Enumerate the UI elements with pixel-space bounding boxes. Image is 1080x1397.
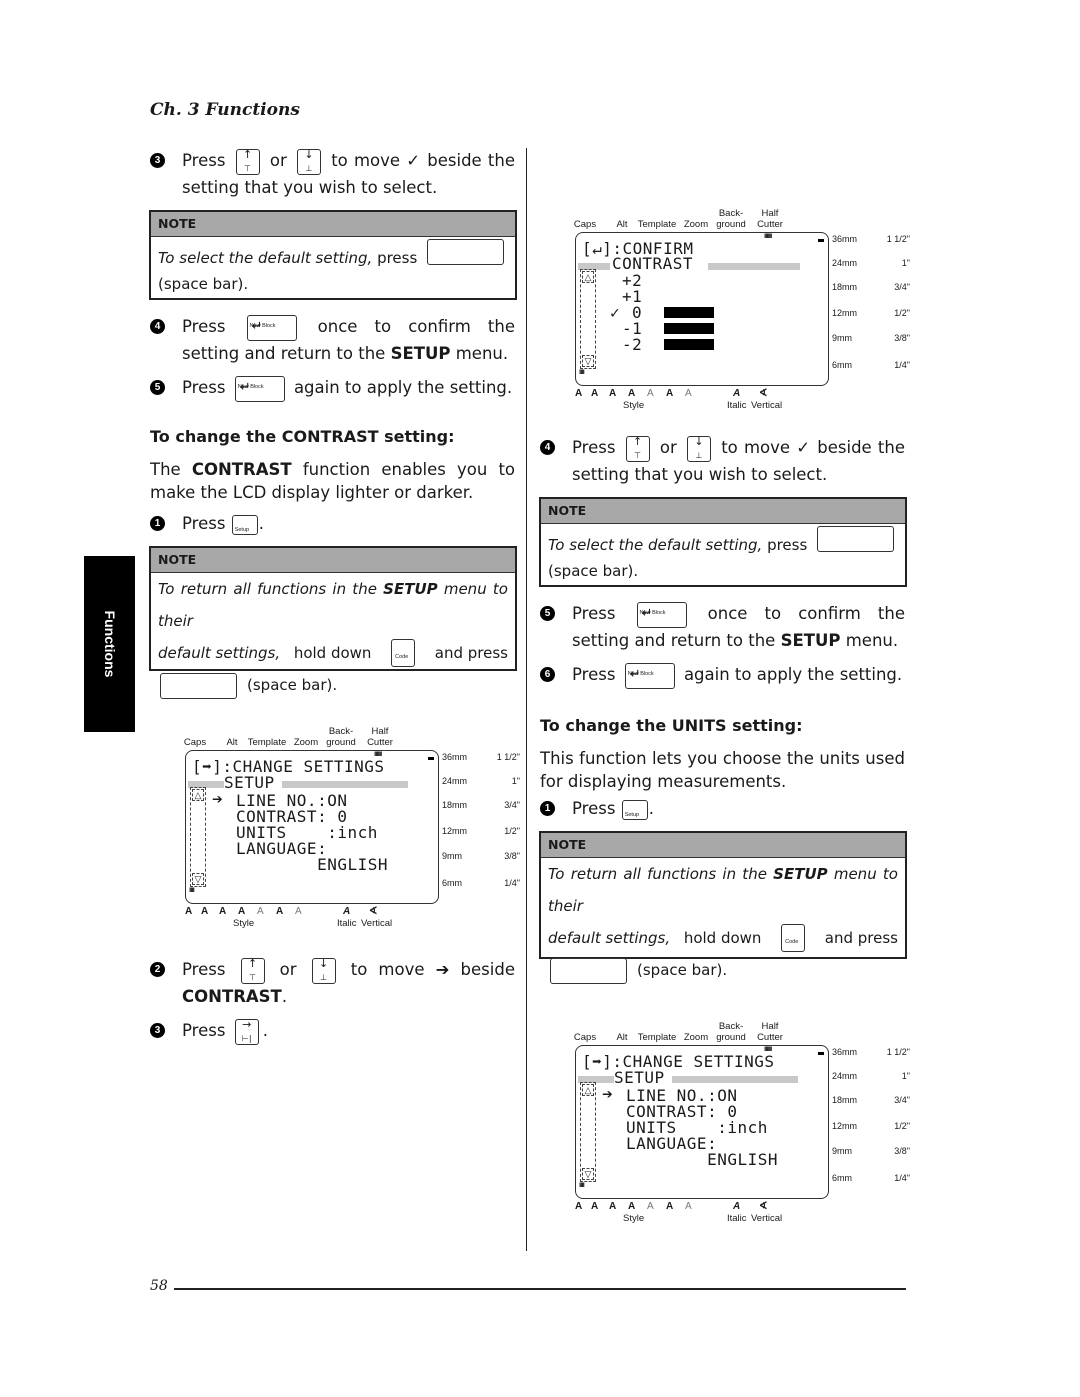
right-step-6-apply: 6 Press ↵ New Block again to apply the se… bbox=[540, 662, 905, 690]
lcd-display-setup-2: Caps Alt Template Zoom Back- ground Half… bbox=[573, 1021, 910, 1224]
units-description: This function lets you choose the units … bbox=[540, 749, 905, 791]
cursor-arrow-icon: ➔ bbox=[602, 1084, 614, 1105]
down-key-icon: ↓ ⊥ bbox=[311, 957, 336, 984]
lcd-display-setup: Caps Alt Template Zoom Back- ground Half… bbox=[180, 718, 520, 933]
side-tab-label: Functions bbox=[101, 610, 118, 678]
cursor-arrow-icon: ➔ bbox=[212, 789, 224, 810]
step-5-apply: 5 Press ↵ New Block again to apply the se… bbox=[150, 375, 515, 403]
note-box: NOTE To select the default setting, pres… bbox=[149, 210, 517, 300]
new-block-key-icon: ↵ New Block bbox=[246, 314, 297, 341]
up-key-icon: ↑ ⊤ bbox=[625, 435, 650, 462]
down-key-icon: ↓ ⊥ bbox=[686, 435, 711, 462]
down-key-icon: ↓ ⊥ bbox=[296, 148, 321, 175]
check-icon: ✓ bbox=[610, 303, 621, 322]
code-key-icon: Code bbox=[391, 639, 416, 667]
new-block-key-icon: ↵ New Block bbox=[624, 662, 675, 689]
contrast-step-3: 3 Press → ⊢|. bbox=[150, 1018, 515, 1046]
scroll-indicator: △ ▽ bbox=[580, 269, 596, 369]
up-key-icon: ↑ ⊤ bbox=[240, 957, 265, 984]
step-4-confirm: 4 Press ↵ New Block once to confirm the s… bbox=[150, 314, 515, 366]
new-block-key-icon: ↵ New Block bbox=[636, 601, 687, 628]
chapter-title: Ch. 3 Functions bbox=[150, 100, 300, 120]
space-bar-key-icon bbox=[550, 957, 627, 984]
note-box-reset: NOTE To return all functions in the SETU… bbox=[149, 546, 517, 699]
right-key-icon: → ⊢| bbox=[234, 1018, 259, 1045]
note-box: NOTE To select the default setting, pres… bbox=[539, 497, 907, 587]
side-tab[interactable]: Functions bbox=[84, 556, 135, 732]
contrast-description: The CONTRAST function enables you to mak… bbox=[150, 460, 516, 502]
step-number: 3 bbox=[150, 153, 165, 168]
right-step-5-confirm: 5 Press ↵ New Block once to confirm the s… bbox=[540, 601, 905, 653]
contrast-heading: To change the CONTRAST setting: bbox=[150, 427, 455, 446]
contrast-bar-0 bbox=[664, 307, 714, 318]
right-step-4-move-check: 4 Press ↑ ⊤ or ↓ ⊥ to move ✓ beside the se… bbox=[540, 435, 905, 491]
column-divider bbox=[526, 148, 527, 1251]
contrast-step-1: 1 Press Setup. bbox=[150, 511, 515, 539]
note-header: NOTE bbox=[151, 212, 515, 237]
lcd-screen: ıııııı [➡]:CHANGE SETTINGS SETUP △ ▽ ➔ LI… bbox=[185, 749, 439, 904]
footer-rule bbox=[174, 1288, 906, 1290]
setup-key-icon: Setup bbox=[621, 799, 648, 820]
space-bar-key-icon bbox=[427, 239, 504, 265]
units-step-1: 1 Press Setup. bbox=[540, 796, 905, 824]
contrast-bar-minus1 bbox=[664, 323, 714, 334]
scroll-indicator: △ ▽ bbox=[190, 787, 206, 887]
lcd-screen: ıııııı [➡]:CHANGE SETTINGS SETUP △ ▽ ➔ LI… bbox=[575, 1044, 829, 1199]
space-bar-key-icon bbox=[160, 672, 237, 699]
scroll-indicator: △ ▽ bbox=[580, 1082, 596, 1182]
lcd-indicator-labels: Caps Alt Template Zoom Back- ground Half… bbox=[183, 726, 393, 748]
code-key-icon: Code bbox=[781, 924, 806, 952]
up-key-icon: ↑ ⊤ bbox=[235, 148, 260, 175]
space-bar-key-icon bbox=[817, 526, 894, 552]
lcd-screen: ıııııı [↵]:CONFIRM CONTRAST △ ▽ +2 +1 ✓ 0… bbox=[575, 231, 829, 386]
units-heading: To change the UNITS setting: bbox=[540, 716, 803, 735]
page-number: 58 bbox=[150, 1278, 168, 1294]
new-block-key-icon: ↵ New Block bbox=[234, 375, 285, 402]
contrast-option: -2 bbox=[622, 335, 643, 354]
contrast-step-2: 2 Press ↑ ⊤ or ↓ ⊥ to move ➔ beside CONTRA… bbox=[150, 957, 515, 1009]
lcd-display-contrast: Caps Alt Template Zoom Back- ground Half… bbox=[573, 208, 910, 411]
step-3-move-check: 3 Press ↑ ⊤ or ↓ ⊥ to move ✓ beside the se… bbox=[150, 148, 515, 204]
setup-key-icon: Setup bbox=[231, 514, 258, 535]
note-box-reset: NOTE To return all functions in the SETU… bbox=[539, 831, 907, 984]
contrast-bar-minus2 bbox=[664, 339, 714, 350]
